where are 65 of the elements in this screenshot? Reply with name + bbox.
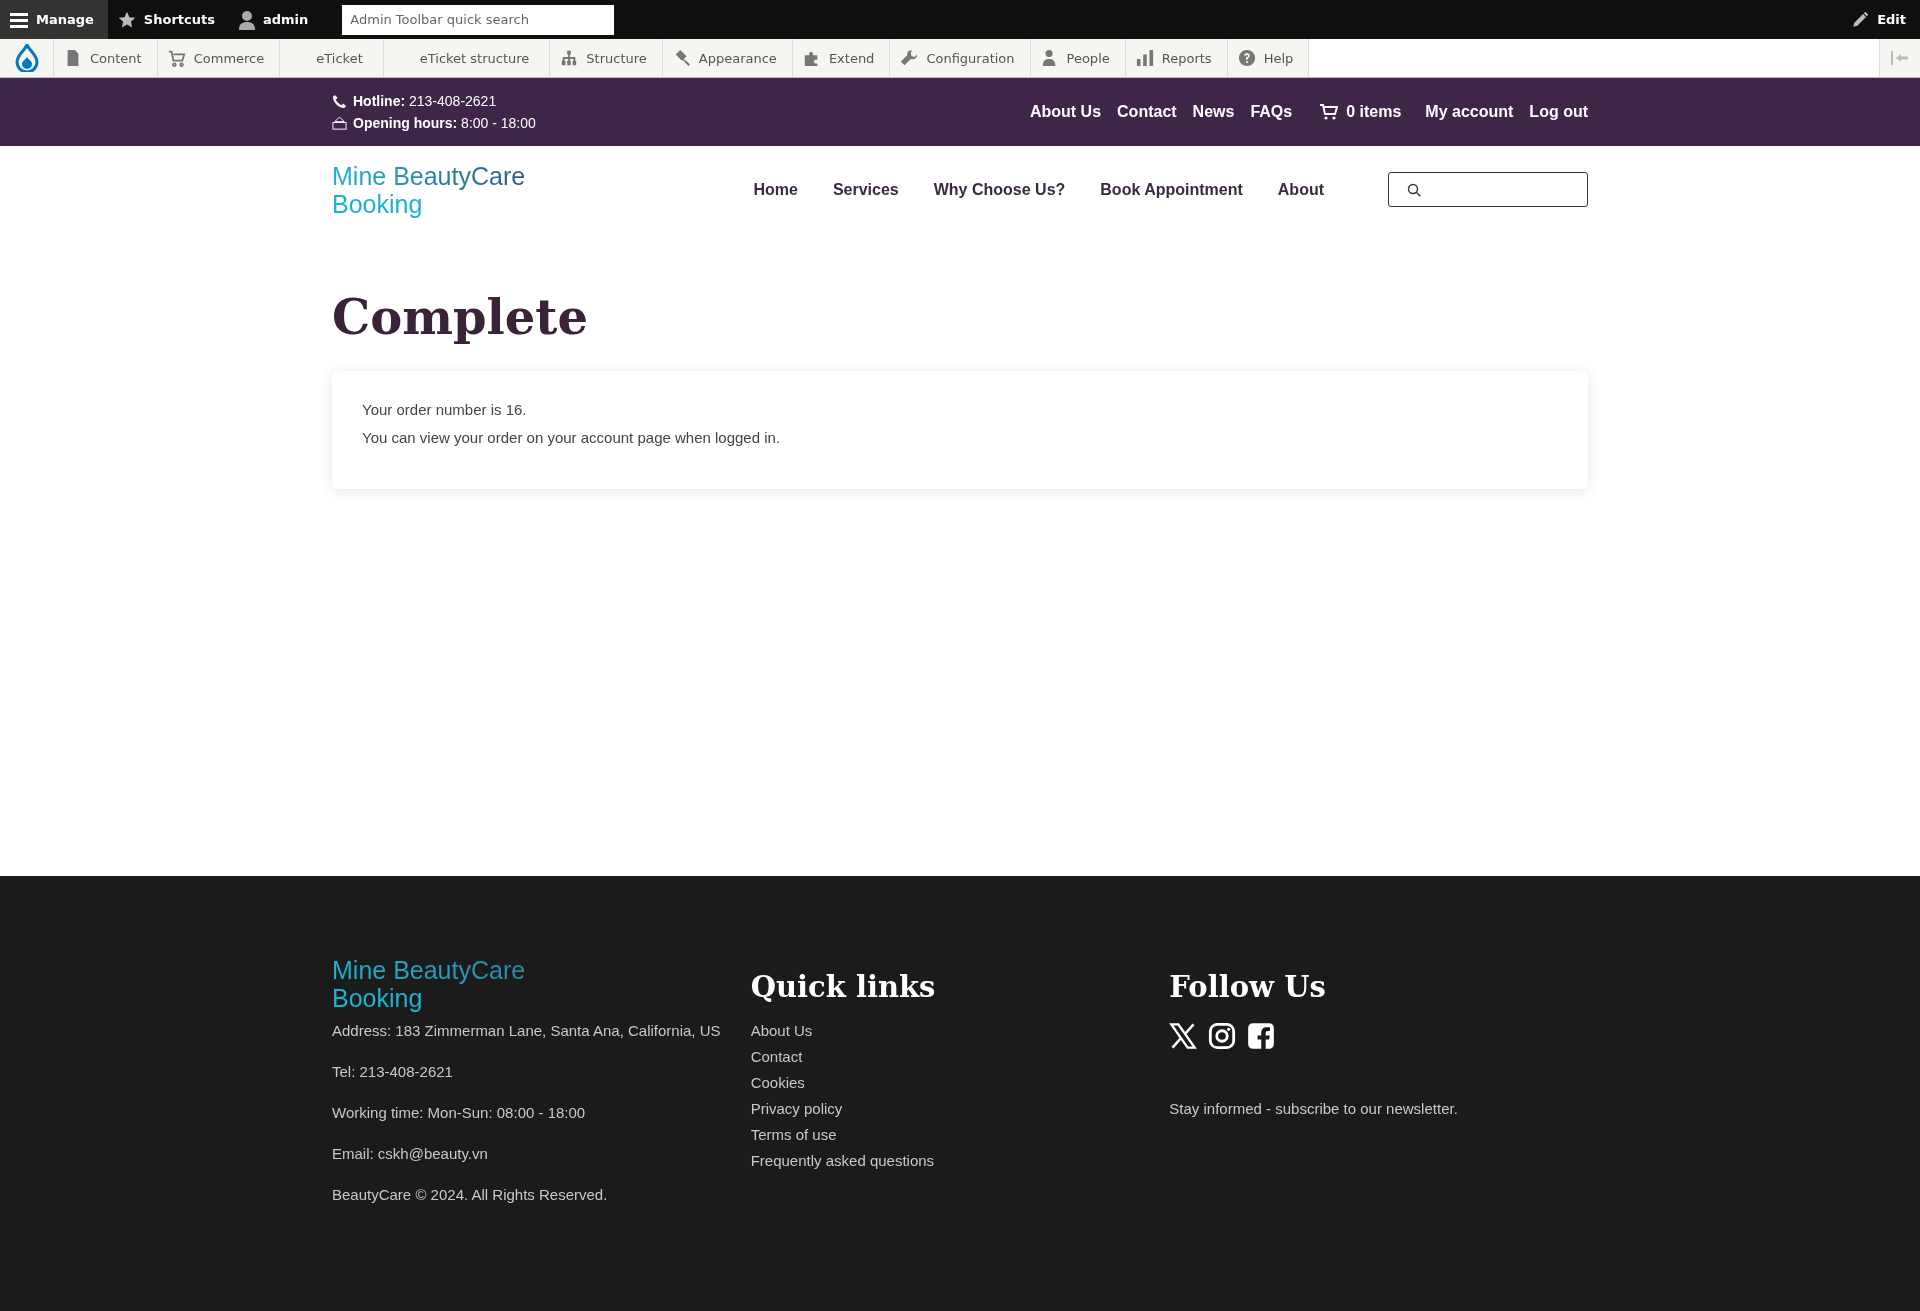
nav-link[interactable]: Home [753,180,798,199]
follow-us-heading: Follow Us [1169,970,1327,1004]
admin-menu-item[interactable]: Appearance [662,39,793,77]
page-title: Complete [332,289,590,345]
nav-link[interactable]: Book Appointment [1100,180,1243,199]
manage-button[interactable]: Manage [0,0,108,39]
top-link[interactable]: FAQs [1250,103,1293,121]
footer-info-text: Email: cskh@beauty.vn [332,1145,489,1162]
admin-menu-item[interactable]: Commerce [157,39,281,77]
quick-search-field[interactable]: Admin Toolbar quick search [342,4,615,35]
bar-chart-icon [1135,49,1154,67]
cart-icon [167,49,186,67]
opening-hours-text: Opening hours: 8:00 - 18:00 [353,115,536,131]
wrench-icon [900,49,919,67]
phone-icon [332,93,347,109]
pencil-icon [1851,10,1870,29]
nav-link[interactable]: Why Choose Us? [933,180,1066,199]
order-message: You can view your order on your account page when logged in. [362,429,782,446]
footer-link[interactable]: Terms of use [750,1126,1170,1143]
footer-link[interactable]: About Us [750,1022,1170,1039]
top-link[interactable]: Contact [1117,103,1177,121]
admin-menu-item[interactable]: Help [1227,39,1310,77]
nav-link[interactable]: Services [832,180,899,199]
search-icon [1407,182,1421,197]
help-icon [1237,49,1256,67]
open-sign-icon [332,115,347,131]
admin-menu-item[interactable]: People [1030,39,1126,77]
nav-link[interactable]: About [1277,180,1324,199]
top-link[interactable]: About Us [1029,103,1102,121]
footer-link[interactable]: Cookies [750,1074,1170,1091]
drop-logo-icon[interactable] [14,44,39,72]
hotline-text: Hotline: 213-408-2621 [353,93,497,109]
cart-icon [1320,104,1339,120]
cart-link[interactable]: 0 items [1320,103,1402,121]
admin-menu-item[interactable]: eTicket structure [383,39,551,77]
footer-link[interactable]: Contact [750,1048,1170,1065]
footer-info-text: BeautyCare © 2024. All Rights Reserved. [332,1186,609,1203]
newsletter-text: Stay informed - subscribe to our newsletter. [1169,1100,1459,1117]
quick-links-heading: Quick links [750,970,937,1004]
admin-menu-item[interactable]: eTicket [280,39,384,77]
top-link[interactable]: News [1192,103,1235,121]
admin-menu-item[interactable]: Configuration [890,39,1031,77]
footer-info-text: Working time: Mon-Sun: 08:00 - 18:00 [332,1104,587,1121]
footer-link[interactable]: Privacy policy [750,1100,1170,1117]
order-message: Your order number is 16. [362,401,528,418]
footer-info-text: Address: 183 Zimmerman Lane, Santa Ana, California, US [332,1022,722,1039]
admin-menu-item[interactable]: Reports [1125,39,1228,77]
account-link[interactable]: My account [1425,103,1514,121]
instagram-icon[interactable] [1208,1022,1237,1050]
edit-button[interactable]: Edit [1841,0,1920,39]
user-icon [238,9,255,30]
sitemap-icon [560,49,579,67]
facebook-icon[interactable] [1247,1022,1276,1050]
user-button[interactable]: admin [228,0,323,39]
admin-menu-item[interactable]: Extend [792,39,891,77]
shortcuts-button[interactable]: Shortcuts [107,0,229,39]
footer-link[interactable]: Frequently asked questions [750,1152,1170,1169]
menu-icon [10,11,28,28]
x-logo-icon[interactable] [1169,1022,1198,1050]
footer-info-text: Tel: 213-408-2621 [332,1063,454,1080]
star-icon [117,10,136,29]
admin-menu-item[interactable]: Structure [550,39,663,77]
search-field[interactable] [1388,172,1588,207]
account-link[interactable]: Log out [1529,103,1588,121]
admin-menu-item[interactable]: Content [54,39,158,77]
